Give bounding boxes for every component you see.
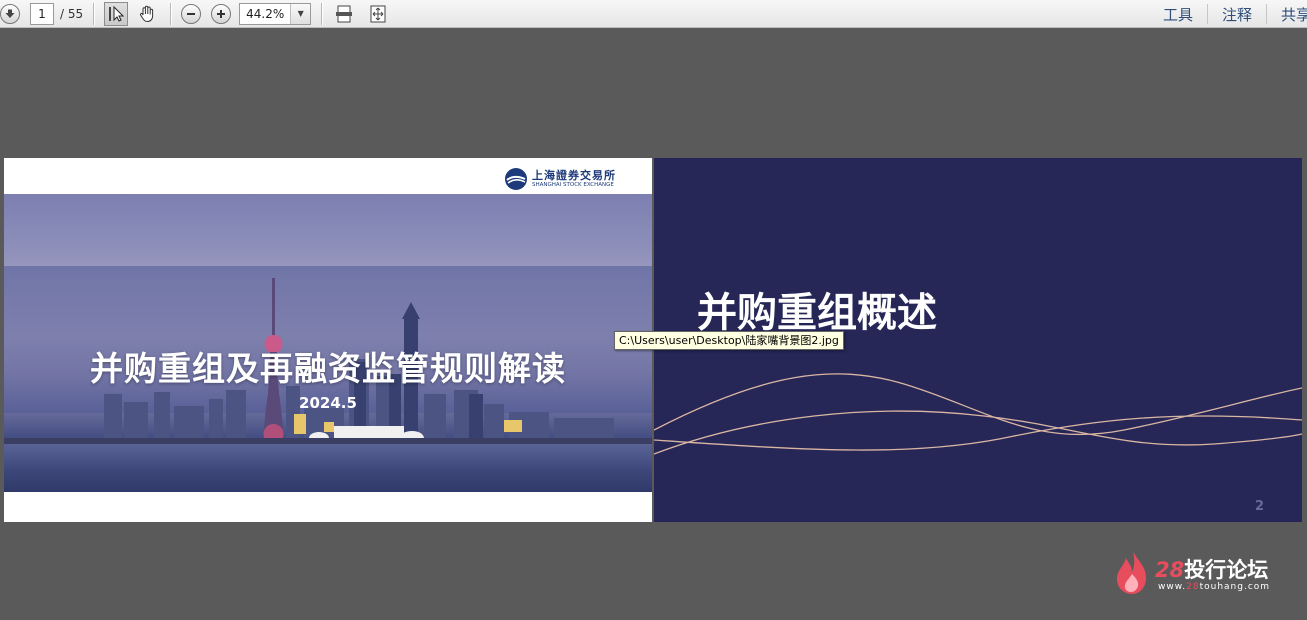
forum-watermark: 28投行论坛 www.28touhang.com [1112,546,1292,598]
fit-page-button[interactable] [366,2,390,26]
share-menu[interactable]: 共享 [1267,4,1307,25]
toolbar-divider [93,2,95,25]
select-tool-button[interactable] [104,1,129,26]
sse-logo-mark [505,168,527,190]
watermark-url: www.28touhang.com [1158,582,1270,592]
page-total: / 55 [60,6,84,21]
watermark-name: 投行论坛 [1184,558,1269,582]
triangle-down-icon: ▼ [297,9,304,18]
pdf-toolbar: / 55 ▼ [0,0,1307,28]
fit-width-icon [336,5,353,22]
right-menu: 工具 注释 共享 [1149,0,1307,28]
hand-icon [140,5,154,22]
minus-icon [181,3,202,24]
slide-1: 上海證券交易所 SHANGHAI STOCK EXCHANGE 并购重组及再融资… [4,158,652,522]
comment-menu[interactable]: 注释 [1208,4,1266,25]
slide-2-page-number: 2 [1254,499,1264,514]
sse-logo-text: 上海證券交易所 SHANGHAI STOCK EXCHANGE [532,168,616,189]
flame-icon [1117,548,1146,594]
fit-page-icon [370,5,386,22]
cursor-select-icon [109,5,125,22]
river [4,444,652,492]
lujiazui-photo: 并购重组及再融资监管规则解读 2024.5 [4,194,652,492]
page-number-input[interactable] [30,2,54,25]
arrow-down-icon [0,3,20,24]
hand-tool-button[interactable] [134,2,160,26]
slide-1-date: 2024.5 [299,394,357,412]
plus-icon [211,3,232,24]
file-path-tooltip: C:\Users\user\Desktop\陆家嘴背景图2.jpg [614,331,844,350]
next-page-button[interactable] [0,2,20,26]
watermark-url-prefix: www. [1158,582,1187,592]
logo-english-name: SHANGHAI STOCK EXCHANGE [532,181,614,188]
zoom-in-button[interactable] [211,2,232,26]
zoom-dropdown-button[interactable]: ▼ [290,3,311,24]
toolbar-divider [321,2,323,25]
toolbar-divider [170,2,172,25]
logo-chinese-name: 上海證券交易所 [532,168,616,182]
watermark-title: 28投行论坛 [1155,554,1268,584]
zoom-input[interactable] [240,3,291,24]
zoom-control: ▼ [239,2,312,25]
slide-1-title: 并购重组及再融资监管规则解读 [90,349,566,388]
watermark-url-highlight: 28 [1186,582,1200,592]
tools-menu[interactable]: 工具 [1149,4,1207,25]
watermark-url-suffix: touhang.com [1199,582,1271,592]
fit-width-button[interactable] [332,2,356,26]
watermark-number: 28 [1155,558,1185,582]
sse-logo: 上海證券交易所 SHANGHAI STOCK EXCHANGE [504,167,616,191]
zoom-out-button[interactable] [181,2,202,26]
